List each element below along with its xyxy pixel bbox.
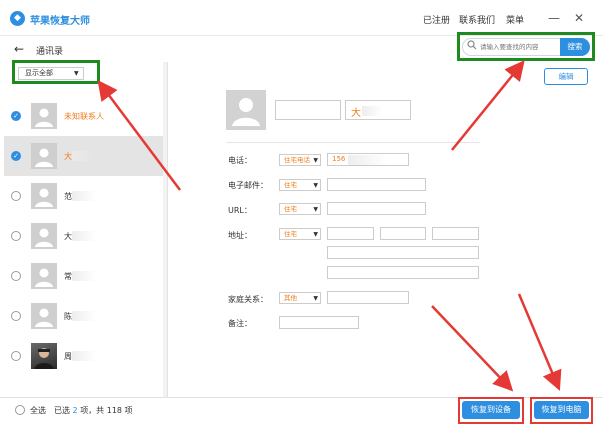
arrow-to-restore-device (431, 305, 514, 392)
arrow-to-restore-pc (517, 293, 562, 391)
annotation-arrows (97, 60, 562, 392)
arrow-to-filter (97, 80, 181, 191)
arrow-to-search (451, 60, 525, 151)
